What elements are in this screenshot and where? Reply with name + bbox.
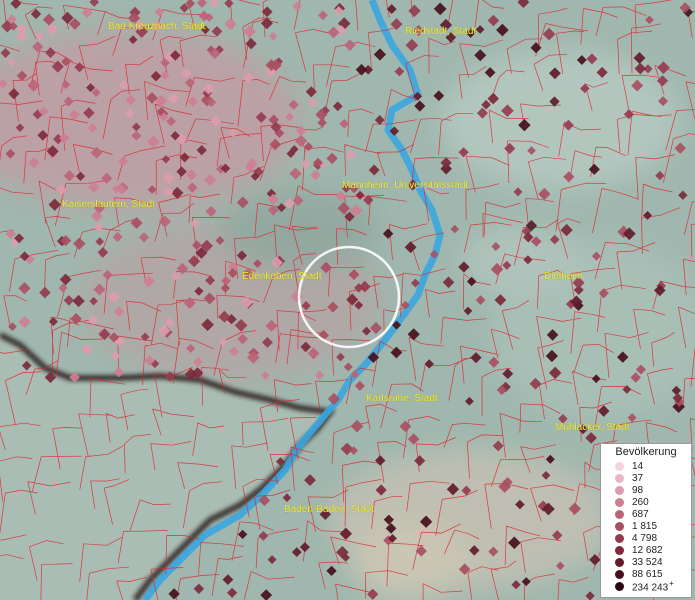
city-label[interactable]: Mannheim, Universitätsstadt: [342, 180, 469, 191]
legend-label: 37: [632, 472, 644, 484]
legend-title: Bevölkerung: [615, 446, 677, 458]
population-legend: Bevölkerung 14 37 98 260 687 1 815 4 798 12 682…: [600, 443, 692, 598]
legend-item: 4 798: [601, 532, 691, 544]
legend-item: 687: [601, 508, 691, 520]
legend-item: 14: [601, 460, 691, 472]
legend-label: 4 798: [632, 532, 658, 544]
legend-swatch: [615, 557, 624, 567]
city-label[interactable]: Kaiserslautern, Stadt: [62, 199, 155, 210]
legend-swatch: [615, 509, 624, 519]
city-label[interactable]: Dielheim: [544, 271, 583, 282]
legend-item: 260: [601, 496, 691, 508]
legend-swatch: [615, 461, 624, 471]
legend-swatch: [615, 569, 624, 579]
legend-label: 33 524: [632, 556, 663, 568]
legend-item: 98: [601, 484, 691, 496]
city-label[interactable]: Riedstadt, Stadt: [405, 26, 477, 37]
legend-item: 234 243+: [601, 578, 691, 594]
legend-label: 687: [632, 508, 649, 520]
map-canvas[interactable]: Bad Kreuznach, Stadt Riedstadt, Stadt Ma…: [0, 0, 695, 600]
legend-label: 98: [632, 484, 644, 496]
legend-label: 1 815: [632, 520, 658, 532]
legend-swatch: [615, 521, 624, 531]
legend-item: 1 815: [601, 520, 691, 532]
city-label[interactable]: Mühlacker, Stadt: [555, 422, 630, 433]
legend-label: 260: [632, 496, 649, 508]
legend-label: 88 615: [632, 568, 663, 580]
legend-item: 12 682: [601, 544, 691, 556]
city-label[interactable]: Edenkoben, Stadt: [242, 271, 322, 282]
legend-swatch: [615, 533, 624, 543]
legend-suffix: +: [669, 578, 674, 588]
city-label[interactable]: Baden-Baden, Stadt: [284, 504, 375, 515]
legend-swatch: [615, 473, 624, 483]
legend-swatch: [615, 497, 624, 507]
legend-label: 14: [632, 460, 644, 472]
legend-item: 37: [601, 472, 691, 484]
city-label[interactable]: Karlsruhe, Stadt: [366, 393, 438, 404]
legend-item: 33 524: [601, 556, 691, 568]
legend-swatch: [615, 581, 624, 591]
legend-label: 12 682: [632, 544, 663, 556]
legend-label: 234 243+: [632, 578, 674, 594]
city-label[interactable]: Bad Kreuznach, Stadt: [108, 21, 206, 32]
legend-swatch: [615, 485, 624, 495]
legend-swatch: [615, 545, 624, 555]
